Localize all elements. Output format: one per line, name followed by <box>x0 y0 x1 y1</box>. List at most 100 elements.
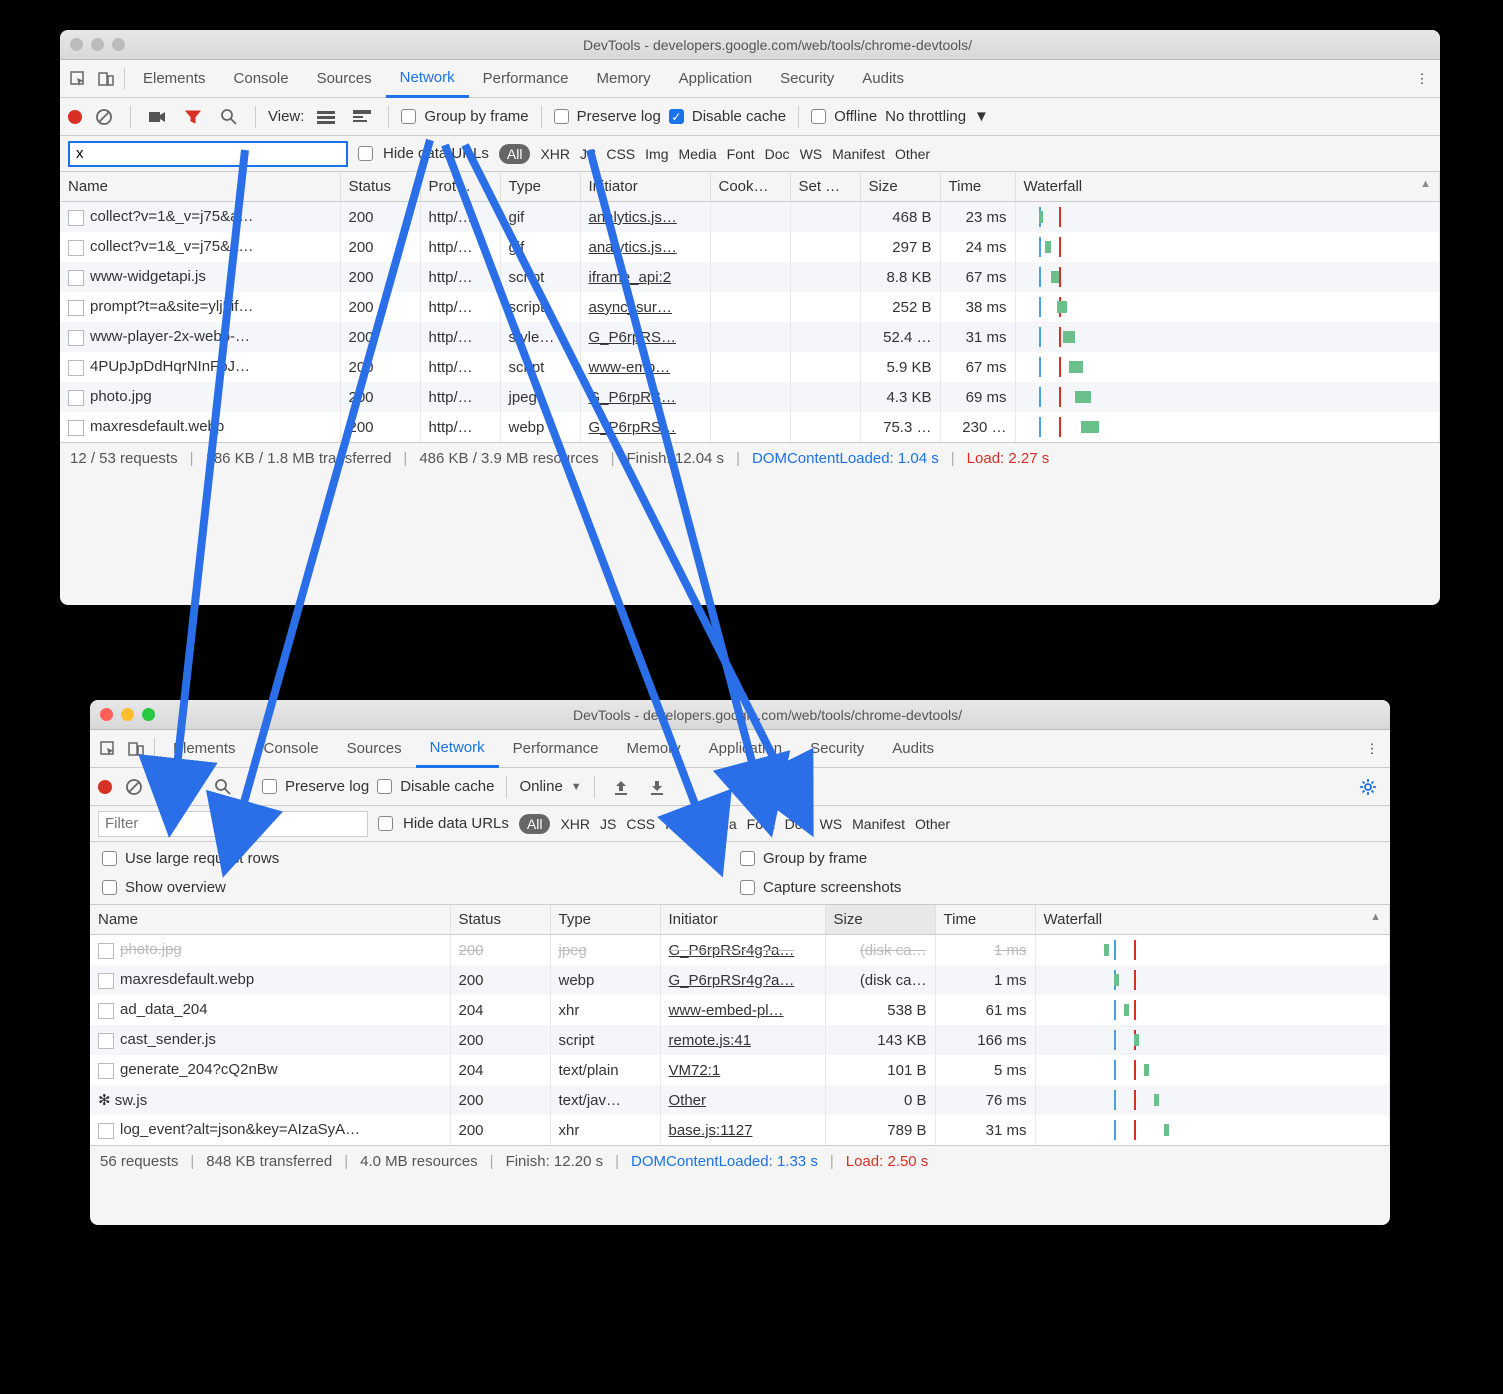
filter-type-all[interactable]: All <box>499 144 531 164</box>
settings-icon[interactable] <box>1354 773 1382 801</box>
show-overview-checkbox[interactable] <box>102 880 117 895</box>
cell-initiator[interactable]: remote.js:41 <box>660 1025 825 1055</box>
filter-type-xhr[interactable]: XHR <box>540 146 570 162</box>
preserve-log-checkbox[interactable] <box>554 109 569 124</box>
record-button[interactable] <box>68 110 82 124</box>
table-row[interactable]: photo.jpg 200 jpeg G_P6rpRSr4g?a… (disk … <box>90 935 1390 966</box>
tab-sources[interactable]: Sources <box>303 60 386 98</box>
search-icon[interactable] <box>209 773 237 801</box>
cell-initiator[interactable]: iframe_api:2 <box>580 262 710 292</box>
col-time[interactable]: Time <box>935 905 1035 935</box>
device-icon[interactable] <box>92 65 120 93</box>
chevron-down-icon[interactable]: ▼ <box>974 108 989 125</box>
filter-type-all[interactable]: All <box>519 814 551 834</box>
filter-type-js[interactable]: JS <box>580 146 596 162</box>
clear-icon[interactable] <box>90 103 118 131</box>
col-protocol[interactable]: Prot… <box>420 172 500 202</box>
col-name[interactable]: Name <box>60 172 340 202</box>
filter-type-ws[interactable]: WS <box>800 146 823 162</box>
filter-type-other[interactable]: Other <box>915 816 950 832</box>
cell-initiator[interactable]: Other <box>660 1085 825 1115</box>
group-by-frame-checkbox[interactable] <box>401 109 416 124</box>
throttling-select[interactable]: No throttling <box>885 108 966 125</box>
tab-performance[interactable]: Performance <box>499 730 613 768</box>
tab-memory[interactable]: Memory <box>583 60 665 98</box>
download-icon[interactable] <box>643 773 671 801</box>
filter-type-font[interactable]: Font <box>747 816 775 832</box>
chevron-down-icon[interactable]: ▼ <box>571 781 582 793</box>
tab-application[interactable]: Application <box>665 60 766 98</box>
filter-type-manifest[interactable]: Manifest <box>852 816 905 832</box>
filter-type-doc[interactable]: Doc <box>765 146 790 162</box>
camera-icon[interactable] <box>143 103 171 131</box>
cell-initiator[interactable]: G_P6rpRSr4g?a… <box>660 935 825 966</box>
disable-cache-checkbox[interactable]: ✓ <box>669 109 684 124</box>
col-status[interactable]: Status <box>340 172 420 202</box>
large-rows-icon[interactable] <box>312 103 340 131</box>
filter-type-doc[interactable]: Doc <box>785 816 810 832</box>
filter-type-media[interactable]: Media <box>699 816 737 832</box>
tab-elements[interactable]: Elements <box>159 730 250 768</box>
close-icon[interactable] <box>70 38 83 51</box>
filter-type-other[interactable]: Other <box>895 146 930 162</box>
col-size[interactable]: Size <box>860 172 940 202</box>
preserve-log-checkbox[interactable] <box>262 779 277 794</box>
filter-type-media[interactable]: Media <box>679 146 717 162</box>
inspect-icon[interactable] <box>94 735 122 763</box>
minimize-icon[interactable] <box>121 708 134 721</box>
device-icon[interactable] <box>122 735 150 763</box>
table-row[interactable]: maxresdefault.webp 200 webp G_P6rpRSr4g?… <box>90 965 1390 995</box>
zoom-icon[interactable] <box>112 38 125 51</box>
filter-input[interactable] <box>68 141 348 167</box>
filter-type-ws[interactable]: WS <box>820 816 843 832</box>
hide-data-urls-checkbox[interactable] <box>358 146 373 161</box>
tab-console[interactable]: Console <box>250 730 333 768</box>
filter-type-img[interactable]: Img <box>645 146 668 162</box>
cell-initiator[interactable]: G_P6rpRS… <box>580 382 710 412</box>
group-by-frame-checkbox[interactable] <box>740 851 755 866</box>
cell-initiator[interactable]: G_P6rpRSr4g?a… <box>660 965 825 995</box>
table-row[interactable]: www-widgetapi.js 200 http/… script ifram… <box>60 262 1440 292</box>
table-row[interactable]: ✻ sw.js 200 text/jav… Other 0 B 76 ms <box>90 1085 1390 1115</box>
table-row[interactable]: prompt?t=a&site=ylj5if… 200 http/… scrip… <box>60 292 1440 322</box>
tab-security[interactable]: Security <box>766 60 848 98</box>
table-row[interactable]: photo.jpg 200 http/… jpeg G_P6rpRS… 4.3 … <box>60 382 1440 412</box>
filter-type-font[interactable]: Font <box>727 146 755 162</box>
zoom-icon[interactable] <box>142 708 155 721</box>
table-row[interactable]: collect?v=1&_v=j75&a… 200 http/… gif ana… <box>60 202 1440 233</box>
col-waterfall[interactable]: Waterfall▲ <box>1015 172 1440 202</box>
filter-type-css[interactable]: CSS <box>606 146 635 162</box>
col-type[interactable]: Type <box>550 905 660 935</box>
cell-initiator[interactable]: analytics.js… <box>580 232 710 262</box>
table-row[interactable]: maxresdefault.webp 200 http/… webp G_P6r… <box>60 412 1440 442</box>
col-cookies[interactable]: Cook… <box>710 172 790 202</box>
col-waterfall[interactable]: Waterfall▲ <box>1035 905 1390 935</box>
col-initiator[interactable]: Initiator <box>580 172 710 202</box>
col-size[interactable]: Size <box>825 905 935 935</box>
close-icon[interactable] <box>100 708 113 721</box>
filter-input[interactable] <box>98 811 368 837</box>
col-status[interactable]: Status <box>450 905 550 935</box>
tab-audits[interactable]: Audits <box>878 730 948 768</box>
col-initiator[interactable]: Initiator <box>660 905 825 935</box>
tab-application[interactable]: Application <box>695 730 796 768</box>
search-icon[interactable] <box>215 103 243 131</box>
tab-console[interactable]: Console <box>220 60 303 98</box>
filter-type-xhr[interactable]: XHR <box>560 816 590 832</box>
upload-icon[interactable] <box>607 773 635 801</box>
cell-initiator[interactable]: www-embed-pl… <box>660 995 825 1025</box>
capture-screenshots-checkbox[interactable] <box>740 880 755 895</box>
filter-icon[interactable] <box>173 773 201 801</box>
disable-cache-checkbox[interactable] <box>377 779 392 794</box>
cell-initiator[interactable]: analytics.js… <box>580 202 710 233</box>
minimize-icon[interactable] <box>91 38 104 51</box>
filter-type-js[interactable]: JS <box>600 816 616 832</box>
tab-network[interactable]: Network <box>386 60 469 98</box>
table-row[interactable]: log_event?alt=json&key=AIzaSyA… 200 xhr … <box>90 1115 1390 1145</box>
hide-data-urls-checkbox[interactable] <box>378 816 393 831</box>
cell-initiator[interactable]: VM72:1 <box>660 1055 825 1085</box>
table-row[interactable]: cast_sender.js 200 script remote.js:41 1… <box>90 1025 1390 1055</box>
col-type[interactable]: Type <box>500 172 580 202</box>
col-time[interactable]: Time <box>940 172 1015 202</box>
table-row[interactable]: www-player-2x-webp-… 200 http/… style… G… <box>60 322 1440 352</box>
